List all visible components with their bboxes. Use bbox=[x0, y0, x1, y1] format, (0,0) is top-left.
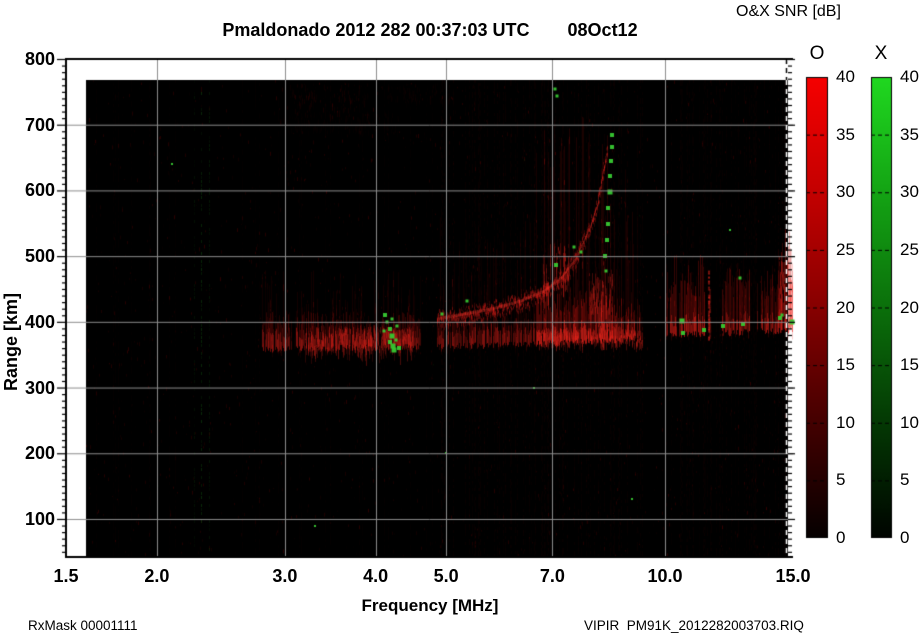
x-colorbar-tick-label: 30 bbox=[900, 182, 919, 202]
x-colorbar-tick-label: 15 bbox=[900, 355, 919, 375]
x-colorbar-tick-label: 20 bbox=[900, 297, 919, 317]
y-tick-label: 800 bbox=[24, 49, 55, 69]
x-tick-label: 3.0 bbox=[272, 566, 298, 586]
x-tick-label: 4.0 bbox=[363, 566, 389, 586]
o-colorbar-tick-label: 20 bbox=[836, 297, 855, 317]
o-colorbar-tick-label: 30 bbox=[836, 182, 855, 202]
footer-filename: VIPIR PM91K_2012282003703.RIQ bbox=[584, 618, 804, 633]
ionogram-figure: Pmaldonado 2012 282 00:37:03 UTC 08Oct12… bbox=[0, 0, 922, 636]
colorbar-o-header: O bbox=[809, 43, 825, 64]
y-tick-label: 500 bbox=[24, 246, 55, 267]
x-axis-title: Frequency [MHz] bbox=[361, 596, 499, 615]
x-tick-label: 2.0 bbox=[144, 566, 170, 586]
o-colorbar-tick-label: 5 bbox=[836, 470, 846, 490]
x-tick-label: 7.0 bbox=[539, 566, 565, 586]
plot-title: Pmaldonado 2012 282 00:37:03 UTC 08Oct12 bbox=[67, 20, 793, 41]
x-colorbar-tick-label: 35 bbox=[900, 124, 919, 144]
ionogram-canvas bbox=[0, 0, 922, 636]
x-tick-label: 15.0 bbox=[775, 566, 811, 586]
x-colorbar-tick-label: 40 bbox=[900, 67, 919, 86]
y-tick-label: 200 bbox=[24, 443, 55, 464]
x-tick-label: 1.5 bbox=[53, 566, 79, 586]
x-colorbar-tick-label: 5 bbox=[900, 470, 910, 490]
o-colorbar-tick-label: 10 bbox=[836, 412, 855, 432]
o-colorbar-tick-label: 40 bbox=[836, 67, 855, 86]
x-colorbar-tick-label: 0 bbox=[900, 528, 910, 547]
plot-title-station-time: Pmaldonado 2012 282 00:37:03 UTC bbox=[222, 20, 530, 40]
y-tick-label: 700 bbox=[24, 114, 55, 135]
o-colorbar-tick-label: 25 bbox=[836, 239, 855, 259]
colorbar-title: O&X SNR [dB] bbox=[736, 3, 841, 20]
o-colorbar-tick-label: 35 bbox=[836, 124, 855, 144]
y-tick-label: 100 bbox=[24, 508, 55, 529]
x-colorbar-tick-label: 10 bbox=[900, 412, 919, 432]
y-axis-title: Range [km] bbox=[1, 293, 21, 392]
o-colorbar-tick-label: 0 bbox=[836, 528, 846, 547]
x-colorbar-tick-label: 25 bbox=[900, 239, 919, 259]
x-tick-label: 5.0 bbox=[433, 566, 459, 586]
colorbar-x-header: X bbox=[874, 43, 888, 64]
o-colorbar-tick-label: 15 bbox=[836, 355, 855, 375]
y-tick-label: 600 bbox=[24, 180, 55, 201]
x-tick-label: 10.0 bbox=[647, 566, 683, 586]
footer-rxmask: RxMask 00001111 bbox=[28, 618, 138, 633]
plot-title-date: 08Oct12 bbox=[567, 20, 638, 40]
